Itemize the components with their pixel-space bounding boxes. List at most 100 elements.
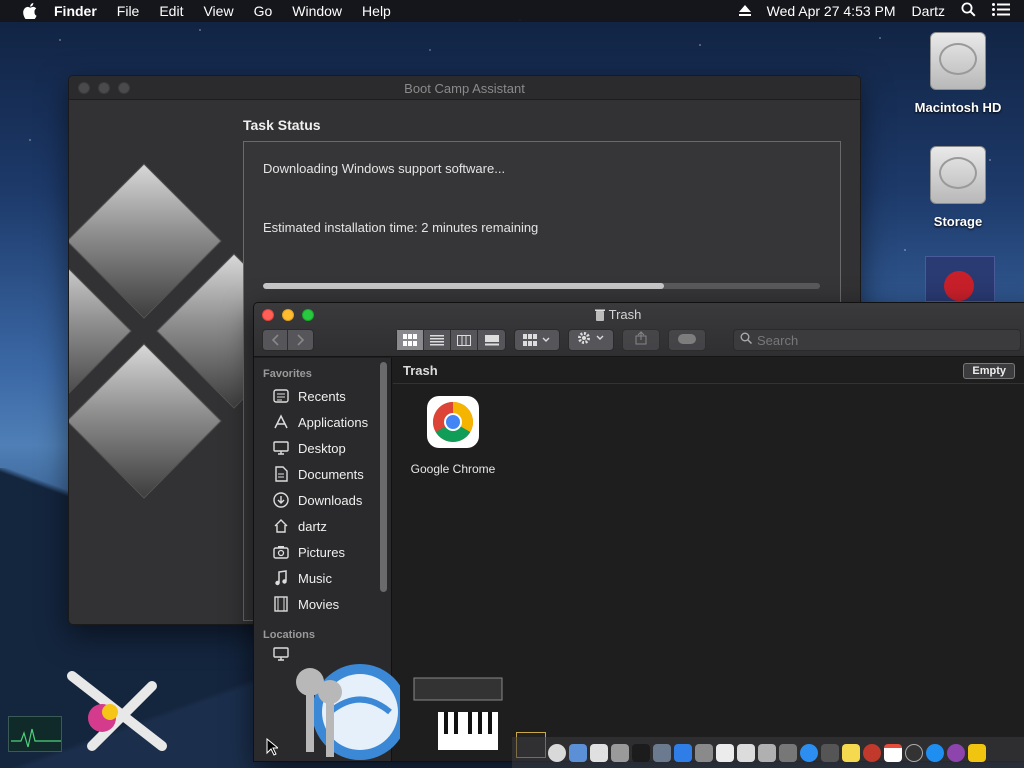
dock-app-icon[interactable]: [737, 743, 755, 762]
file-item-google-chrome[interactable]: Google Chrome: [403, 396, 503, 476]
trash-header: Trash Empty: [393, 358, 1024, 384]
gallery-view-button[interactable]: [478, 330, 505, 350]
back-button[interactable]: [263, 330, 289, 350]
dock-app-icon[interactable]: [653, 743, 671, 762]
search-field[interactable]: [733, 329, 1021, 351]
tag-icon: [678, 331, 696, 349]
sidebar-scrollbar[interactable]: [380, 362, 387, 592]
menu-go[interactable]: Go: [254, 3, 273, 19]
desktop-widgets-area: [0, 664, 546, 768]
action-menu-button[interactable]: [568, 329, 614, 351]
menu-help[interactable]: Help: [362, 3, 391, 19]
bootcamp-window-title: Boot Camp Assistant: [404, 81, 525, 96]
notification-center-icon[interactable]: [992, 3, 1010, 19]
sidebar-item-label: Documents: [298, 466, 364, 482]
recents-icon: [272, 388, 290, 404]
midi-keyboard-icon[interactable]: [412, 676, 504, 752]
sidebar-item-pictures[interactable]: Pictures: [254, 539, 391, 565]
dock-app-icon[interactable]: [968, 743, 986, 762]
sidebar-item-label: Recents: [298, 388, 346, 404]
terminal-icon[interactable]: [632, 743, 650, 762]
dock-app-icon[interactable]: [863, 743, 881, 762]
dock-app-icon[interactable]: [695, 743, 713, 762]
dock-app-icon[interactable]: [758, 743, 776, 762]
dock-app-icon[interactable]: [947, 743, 965, 762]
sidebar-item-music[interactable]: Music: [254, 565, 391, 591]
list-view-button[interactable]: [424, 330, 451, 350]
hard-drive-icon: [930, 146, 986, 204]
group-by-button[interactable]: [514, 329, 560, 351]
eject-icon[interactable]: [738, 3, 751, 19]
finder-toolbar[interactable]: Trash: [254, 303, 1024, 357]
sidebar-item-label: Desktop: [298, 440, 346, 456]
desktop-icon-macintosh-hd[interactable]: Macintosh HD: [908, 32, 1008, 115]
nav-buttons: [262, 329, 314, 351]
sidebar-item-label: dartz: [298, 518, 327, 534]
desktop-icon-label: Storage: [933, 214, 983, 229]
sidebar-item-home[interactable]: dartz: [254, 513, 391, 539]
icon-view-button[interactable]: [397, 330, 424, 350]
chrome-icon: [427, 396, 479, 448]
menu-edit[interactable]: Edit: [159, 3, 183, 19]
status-message: Downloading Windows support software...: [263, 161, 506, 176]
mouse-cursor-icon: [266, 737, 280, 761]
dock-app-icon[interactable]: [611, 743, 629, 762]
empty-trash-button[interactable]: Empty: [963, 363, 1015, 379]
bluetooth-icon[interactable]: [674, 743, 692, 762]
sidebar-item-movies[interactable]: Movies: [254, 591, 391, 617]
finder-title-text: Trash: [608, 307, 642, 322]
menu-view[interactable]: View: [203, 3, 233, 19]
applications-icon: [272, 414, 290, 430]
sidebar-section-locations: Locations: [263, 629, 315, 641]
time-remaining-message: Estimated installation time: 2 minutes r…: [263, 220, 539, 235]
dock-app-icon[interactable]: [716, 743, 734, 762]
tags-button[interactable]: [668, 329, 706, 351]
sidebar-item-documents[interactable]: Documents: [254, 461, 391, 487]
desktop-icon-image-file[interactable]: [925, 256, 995, 302]
menu-user[interactable]: Dartz: [912, 3, 945, 19]
dock-app-icon[interactable]: [590, 743, 608, 762]
sidebar-item-downloads[interactable]: Downloads: [254, 487, 391, 513]
column-view-button[interactable]: [451, 330, 478, 350]
menu-window[interactable]: Window: [292, 3, 342, 19]
sidebar-item-label: Movies: [298, 596, 340, 612]
dock-app-icon[interactable]: [905, 743, 923, 762]
safari-icon[interactable]: [926, 743, 944, 762]
menu-app-finder[interactable]: Finder: [54, 3, 97, 19]
desktop-icon-storage[interactable]: Storage: [908, 146, 1008, 229]
menu-file[interactable]: File: [117, 3, 140, 19]
forward-button[interactable]: [288, 330, 313, 350]
menu-clock[interactable]: Wed Apr 27 4:53 PM: [767, 3, 896, 19]
sidebar-item-recents[interactable]: Recents: [254, 383, 391, 409]
dock-app-icon[interactable]: [548, 743, 566, 762]
spotlight-search-icon[interactable]: [961, 2, 976, 20]
sidebar-section-favorites: Favorites: [263, 368, 312, 380]
keychain-access-icon[interactable]: [270, 642, 408, 767]
apple-menu-icon[interactable]: [20, 3, 40, 19]
app-store-icon[interactable]: [800, 743, 818, 762]
system-utilities-icon[interactable]: [62, 666, 172, 756]
gear-icon: [577, 331, 605, 350]
hard-drive-icon: [930, 32, 986, 90]
dock-app-icon[interactable]: [779, 743, 797, 762]
trash-icon: [594, 309, 605, 324]
desktop-icon: [272, 440, 290, 456]
bootcamp-titlebar[interactable]: Boot Camp Assistant: [69, 76, 860, 100]
search-icon: [740, 331, 753, 349]
downloads-icon: [272, 492, 290, 508]
finder-window-title: Trash: [254, 307, 982, 324]
menu-bar: Finder File Edit View Go Window Help Wed…: [0, 0, 1024, 22]
trash-header-title: Trash: [403, 363, 438, 378]
dock-app-icon[interactable]: [821, 743, 839, 762]
sidebar-item-desktop[interactable]: Desktop: [254, 435, 391, 461]
activity-monitor-icon[interactable]: [8, 716, 62, 752]
view-mode-segmented-control: [396, 329, 506, 351]
dock-app-icon[interactable]: [569, 743, 587, 762]
search-input[interactable]: [757, 332, 957, 348]
sidebar-item-applications[interactable]: Applications: [254, 409, 391, 435]
download-progress-bar: [263, 283, 820, 289]
share-button[interactable]: [622, 329, 660, 351]
task-status-title: Task Status: [243, 117, 321, 133]
calendar-icon[interactable]: [884, 743, 902, 762]
notes-icon[interactable]: [842, 743, 860, 762]
